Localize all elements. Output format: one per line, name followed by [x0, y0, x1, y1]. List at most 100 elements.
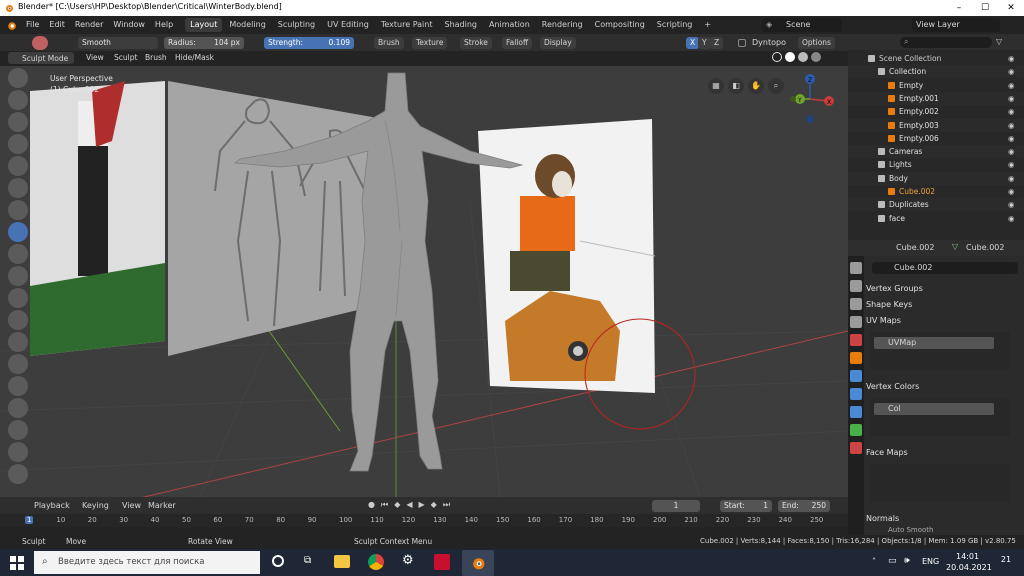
visibility-eye-icon[interactable]: ◉ [1008, 212, 1015, 225]
volume-icon[interactable]: 🕪 [904, 556, 910, 566]
viewport-menu-view[interactable]: View [86, 53, 104, 62]
particles-tab-icon[interactable] [850, 388, 862, 400]
normals-panel[interactable]: Normals [866, 512, 1016, 526]
modifier-tab-icon[interactable] [850, 370, 862, 382]
uv-map-item[interactable]: UVMap [874, 337, 994, 349]
visibility-eye-icon[interactable]: ◉ [1008, 65, 1015, 78]
axis-z-toggle[interactable]: Z [710, 37, 724, 49]
texture-dropdown[interactable]: Texture [412, 37, 448, 49]
timeline-menu-marker[interactable]: Marker [148, 501, 176, 510]
brush-preview-icon[interactable] [32, 36, 48, 50]
grab-brush-icon[interactable] [8, 332, 28, 352]
menu-window[interactable]: Window [108, 16, 150, 34]
vertex-colors-panel[interactable]: Vertex Colors [866, 380, 1016, 394]
snake-hook-brush-icon[interactable] [8, 354, 28, 374]
clock-date[interactable]: 20.04.2021 [946, 563, 992, 572]
3d-viewport[interactable]: Sculpt Mode View Sculpt Brush Hide/Mask … [0, 51, 848, 497]
timeline-menu-view[interactable]: View [122, 501, 141, 510]
visibility-eye-icon[interactable]: ◉ [1008, 132, 1015, 145]
add-workspace-button[interactable]: + [699, 18, 716, 32]
scene-tab-icon[interactable] [850, 334, 862, 346]
strength-field[interactable]: Strength: 0.109 [264, 37, 354, 49]
outliner-row[interactable]: Empty.002 ◉ [848, 105, 1024, 118]
tab-rendering[interactable]: Rendering [537, 18, 588, 32]
menu-render[interactable]: Render [70, 16, 108, 34]
language-indicator[interactable]: ENG [922, 557, 939, 566]
mode-selector[interactable]: Sculpt Mode [8, 52, 74, 64]
layer-brush-icon[interactable] [8, 156, 28, 176]
clock-time[interactable]: 14:01 [956, 552, 979, 561]
outliner-row[interactable]: Empty.003 ◉ [848, 118, 1024, 132]
blender-menu-icon[interactable] [6, 20, 17, 31]
record-icon[interactable]: ● [368, 500, 375, 510]
timeline-menu-playback[interactable]: Playback [34, 501, 70, 510]
wireframe-shading-icon[interactable] [772, 52, 782, 62]
viewport-menu-sculpt[interactable]: Sculpt [114, 53, 137, 62]
visibility-eye-icon[interactable]: ◉ [1008, 158, 1015, 171]
fill-brush-icon[interactable] [8, 266, 28, 286]
visibility-eye-icon[interactable]: ◉ [1008, 119, 1015, 132]
timeline-menu-keying[interactable]: Keying [82, 501, 109, 510]
tab-sculpting[interactable]: Sculpting [273, 18, 320, 32]
windows-start-icon[interactable] [10, 556, 24, 570]
outliner-row[interactable]: Cameras ◉ [848, 145, 1024, 159]
face-maps-panel[interactable]: Face Maps [866, 446, 1016, 460]
next-key-icon[interactable]: ◆ [431, 500, 437, 510]
jump-end-icon[interactable]: ⏭ [443, 500, 450, 510]
outliner-row[interactable]: Collection ◉ [848, 65, 1024, 79]
outliner-row[interactable]: Empty.001 ◉ [848, 91, 1024, 105]
timeline-ruler[interactable]: 1 10 20 30 40 50 60 70 80 90 100 110 120 130 140 150 160… [0, 514, 848, 527]
tab-modeling[interactable]: Modeling [224, 18, 270, 32]
notifications-button[interactable]: 21 [996, 555, 1016, 569]
view-layer-selector[interactable]: View Layer [912, 18, 1000, 32]
tab-animation[interactable]: Animation [484, 18, 535, 32]
draw-brush-icon[interactable] [8, 68, 28, 88]
output-tab-icon[interactable] [850, 298, 862, 310]
navigation-gizmo[interactable]: Y X Z [788, 73, 838, 129]
visibility-eye-icon[interactable]: ◉ [1008, 198, 1015, 211]
mask-brush-icon[interactable] [8, 442, 28, 462]
outliner-row[interactable]: Lights ◉ [848, 158, 1024, 171]
tray-chevron-icon[interactable]: ˄ [872, 557, 876, 566]
tab-layout[interactable]: Layout [185, 18, 223, 32]
scrape-brush-icon[interactable] [8, 288, 28, 308]
render-tab-icon[interactable] [850, 280, 862, 292]
tab-shading[interactable]: Shading [439, 18, 482, 32]
material-tab-icon[interactable] [850, 442, 862, 454]
object-data-tab-icon[interactable] [850, 424, 862, 436]
nudge-brush-icon[interactable] [8, 398, 28, 418]
pinch-brush-icon[interactable] [8, 310, 28, 330]
visibility-eye-icon[interactable]: ◉ [1008, 92, 1015, 105]
rendered-shading-icon[interactable] [811, 52, 821, 62]
tab-uv-editing[interactable]: UV Editing [322, 18, 374, 32]
cortana-icon[interactable] [272, 555, 284, 567]
vertex-groups-panel[interactable]: Vertex Groups [866, 282, 1016, 296]
pan-view-icon[interactable]: ✋ [748, 78, 764, 94]
shape-keys-panel[interactable]: Shape Keys [866, 298, 1016, 312]
outliner-row[interactable]: Duplicates ◉ [848, 198, 1024, 212]
outliner-row[interactable]: Body ◉ [848, 171, 1024, 185]
brush-dropdown[interactable]: Brush [374, 37, 404, 49]
outliner-row[interactable]: Scene Collection ◉ [848, 52, 1024, 65]
outliner-row[interactable]: Cube.002 ◉ [848, 185, 1024, 198]
flatten-brush-icon[interactable] [8, 244, 28, 264]
stroke-dropdown[interactable]: Stroke [460, 37, 492, 49]
visibility-eye-icon[interactable]: ◉ [1008, 145, 1015, 158]
blender-taskbar-button[interactable] [462, 550, 494, 576]
smooth-brush-icon[interactable] [8, 222, 28, 242]
settings-gear-icon[interactable]: ⚙ [402, 553, 414, 568]
view-layer-tab-icon[interactable] [850, 316, 862, 328]
clay-brush-icon[interactable] [8, 112, 28, 132]
start-frame-field[interactable]: Start: 1 [720, 500, 772, 512]
end-frame-field[interactable]: End: 250 [778, 500, 830, 512]
chrome-icon[interactable] [368, 554, 384, 570]
visibility-eye-icon[interactable]: ◉ [1008, 79, 1015, 92]
jump-start-icon[interactable]: ⏮ [381, 500, 388, 510]
mesh-name-field[interactable]: Cube.002 [872, 262, 1018, 274]
menu-file[interactable]: File [21, 16, 44, 34]
visibility-eye-icon[interactable]: ◉ [1008, 105, 1015, 118]
camera-view-icon[interactable]: ◧ [728, 78, 744, 94]
play-reverse-icon[interactable]: ◀ [406, 500, 412, 510]
rotate-brush-icon[interactable] [8, 420, 28, 440]
brush-name-field[interactable]: Smooth [78, 37, 158, 49]
